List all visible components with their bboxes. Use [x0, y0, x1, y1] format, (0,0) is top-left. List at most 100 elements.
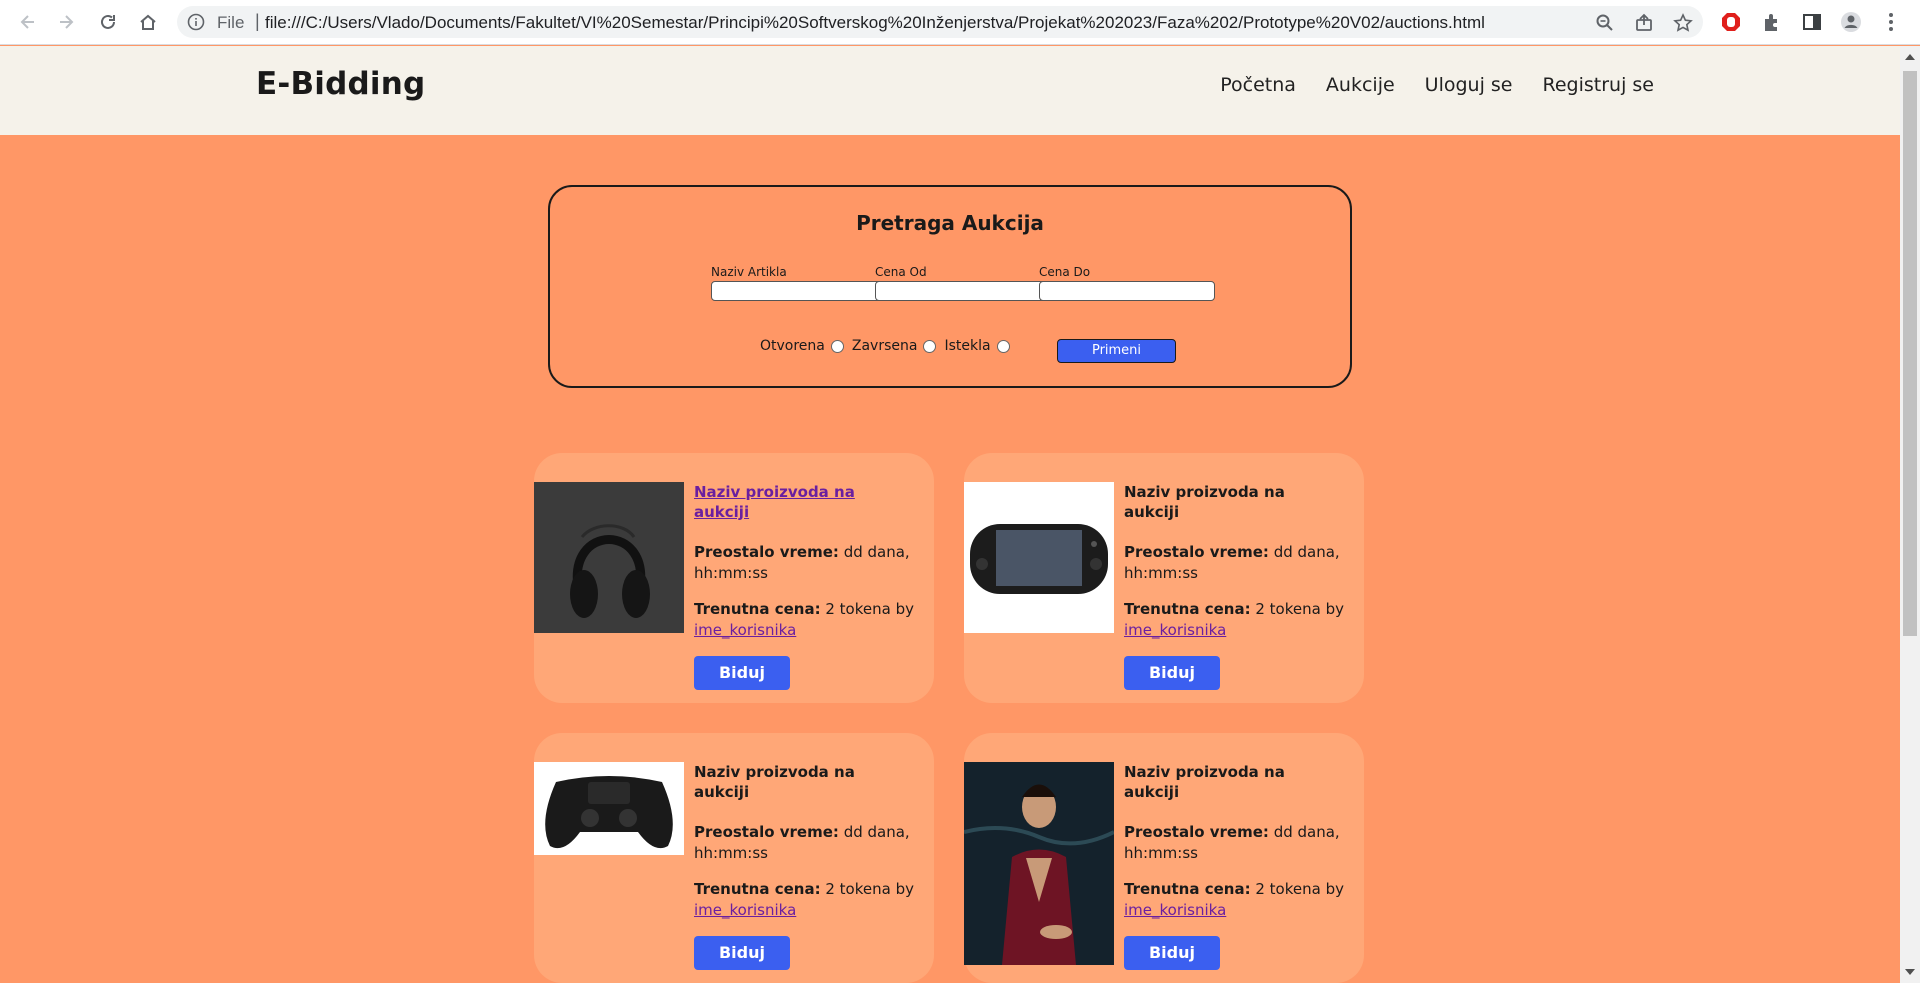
home-button[interactable]: [136, 10, 160, 34]
handheld-console-icon: [964, 482, 1114, 633]
remaining-time: Preostalo vreme: dd dana, hh:mm:ss: [694, 822, 914, 864]
price-from-field: Cena Od: [875, 265, 1051, 301]
current-price-value: 2 tokena by: [825, 600, 914, 618]
status-finished-radio[interactable]: [923, 339, 937, 353]
address-bar[interactable]: File | file:///C:/Users/Vlado/Documents/…: [177, 6, 1703, 38]
status-option-finished: Zavrsena: [852, 338, 937, 354]
forward-arrow-icon: [60, 15, 74, 29]
product-image-gamepad[interactable]: [534, 762, 684, 855]
current-price-value: 2 tokena by: [1255, 600, 1344, 618]
info-icon[interactable]: [187, 13, 205, 31]
auction-info: Naziv proizvoda na aukciji Preostalo vre…: [1124, 482, 1344, 690]
back-button[interactable]: [16, 10, 40, 34]
brand-logo[interactable]: E-Bidding: [256, 66, 425, 102]
current-price-value: 2 tokena by: [1255, 880, 1344, 898]
url-scheme: File: [217, 13, 245, 32]
url-separator: |: [255, 11, 260, 31]
current-price-label: Trenutna cena:: [694, 600, 821, 618]
bidder-username-link[interactable]: ime_korisnika: [694, 621, 796, 639]
auction-info: Naziv proizvoda na aukciji Preostalo vre…: [694, 482, 914, 690]
remaining-time-label: Preostalo vreme:: [1124, 823, 1269, 841]
extensions-puzzle-icon[interactable]: [1761, 11, 1783, 33]
item-name-field: Naziv Artikla: [711, 265, 887, 301]
price-to-input[interactable]: [1039, 280, 1215, 301]
auction-title[interactable]: Naziv proizvoda na aukciji: [1124, 762, 1344, 802]
price-to-label: Cena Do: [1039, 265, 1091, 279]
auction-info: Naziv proizvoda na aukciji Preostalo vre…: [1124, 762, 1344, 970]
current-price: Trenutna cena: 2 tokena by ime_korisnika: [1124, 599, 1344, 641]
status-open-label: Otvorena: [760, 338, 825, 354]
scrollbar-thumb[interactable]: [1903, 71, 1917, 636]
auction-card: Naziv proizvoda na aukciji Preostalo vre…: [534, 733, 934, 983]
status-finished-label: Zavrsena: [851, 338, 918, 354]
remaining-time-label: Preostalo vreme:: [694, 823, 839, 841]
bookmark-star-icon[interactable]: [1673, 13, 1693, 33]
current-price: Trenutna cena: 2 tokena by ime_korisnika: [1124, 879, 1344, 921]
price-to-field: Cena Do: [1039, 265, 1215, 301]
nav-link-home[interactable]: Početna: [1220, 74, 1296, 96]
bidder-username-link[interactable]: ime_korisnika: [1124, 621, 1226, 639]
remaining-time-label: Preostalo vreme:: [694, 543, 839, 561]
reload-button[interactable]: [96, 10, 120, 34]
current-price-label: Trenutna cena:: [1124, 600, 1251, 618]
product-image-handheld-console[interactable]: [964, 482, 1114, 633]
current-price-value: 2 tokena by: [825, 880, 914, 898]
scroll-up-arrow-icon[interactable]: [1905, 54, 1915, 60]
home-icon: [140, 14, 156, 30]
forward-button[interactable]: [54, 10, 78, 34]
nav-link-register[interactable]: Registruj se: [1543, 74, 1655, 96]
bidder-username-link[interactable]: ime_korisnika: [694, 901, 796, 919]
status-option-expired: Istekla: [944, 338, 1010, 354]
item-name-label: Naziv Artikla: [711, 265, 787, 279]
url-text[interactable]: file:///C:/Users/Vlado/Documents/Fakulte…: [265, 13, 1485, 33]
status-expired-label: Istekla: [944, 338, 991, 354]
menu-kebab-icon[interactable]: [1880, 11, 1902, 33]
remaining-time: Preostalo vreme: dd dana, hh:mm:ss: [694, 542, 914, 584]
bid-button[interactable]: Biduj: [1124, 936, 1220, 970]
page-scrollbar[interactable]: [1900, 46, 1920, 983]
nav-link-auctions[interactable]: Aukcije: [1326, 74, 1395, 96]
back-arrow-icon: [20, 15, 34, 29]
current-price-label: Trenutna cena:: [1124, 880, 1251, 898]
auction-info: Naziv proizvoda na aukciji Preostalo vre…: [694, 762, 914, 970]
profile-avatar-icon[interactable]: [1840, 11, 1862, 33]
browser-toolbar: File | file:///C:/Users/Vlado/Documents/…: [0, 0, 1920, 45]
auction-title-link[interactable]: Naziv proizvoda na aukciji: [694, 482, 914, 522]
scroll-down-arrow-icon[interactable]: [1905, 969, 1915, 975]
remaining-time: Preostalo vreme: dd dana, hh:mm:ss: [1124, 822, 1344, 864]
main-nav: Početna Aukcije Uloguj se Registruj se: [1220, 74, 1654, 96]
product-image-headphones[interactable]: [534, 482, 684, 633]
side-panel-icon[interactable]: [1801, 11, 1823, 33]
gamepad-icon: [534, 762, 684, 855]
status-open-radio[interactable]: [830, 339, 844, 353]
adblock-extension-icon[interactable]: [1720, 11, 1742, 33]
item-name-input[interactable]: [711, 280, 887, 301]
price-from-label: Cena Od: [875, 265, 927, 279]
status-expired-radio[interactable]: [996, 339, 1010, 353]
zoom-icon[interactable]: [1595, 13, 1615, 33]
current-price: Trenutna cena: 2 tokena by ime_korisnika: [694, 599, 914, 641]
auction-card: Naziv proizvoda na aukciji Preostalo vre…: [964, 733, 1364, 983]
apply-filter-button[interactable]: Primeni: [1057, 339, 1176, 363]
portrait-painting-icon: [964, 762, 1114, 965]
current-price: Trenutna cena: 2 tokena by ime_korisnika: [694, 879, 914, 921]
status-option-open: Otvorena: [760, 338, 844, 354]
search-title: Pretraga Aukcija: [856, 211, 1044, 235]
auction-title[interactable]: Naziv proizvoda na aukciji: [1124, 482, 1344, 522]
site-header: E-Bidding Početna Aukcije Uloguj se Regi…: [0, 46, 1900, 135]
remaining-time-label: Preostalo vreme:: [1124, 543, 1269, 561]
auction-search-panel: Pretraga Aukcija Naziv Artikla Cena Od C…: [548, 185, 1352, 388]
bid-button[interactable]: Biduj: [694, 936, 790, 970]
price-from-input[interactable]: [875, 280, 1051, 301]
bid-button[interactable]: Biduj: [1124, 656, 1220, 690]
bid-button[interactable]: Biduj: [694, 656, 790, 690]
bidder-username-link[interactable]: ime_korisnika: [1124, 901, 1226, 919]
share-icon[interactable]: [1634, 13, 1654, 33]
reload-icon: [101, 14, 115, 29]
product-image-portrait-painting[interactable]: [964, 762, 1114, 965]
current-price-label: Trenutna cena:: [694, 880, 821, 898]
auction-card: Naziv proizvoda na aukciji Preostalo vre…: [534, 453, 934, 703]
nav-link-login[interactable]: Uloguj se: [1425, 74, 1513, 96]
auction-title[interactable]: Naziv proizvoda na aukciji: [694, 762, 914, 802]
headphones-icon: [534, 482, 684, 633]
